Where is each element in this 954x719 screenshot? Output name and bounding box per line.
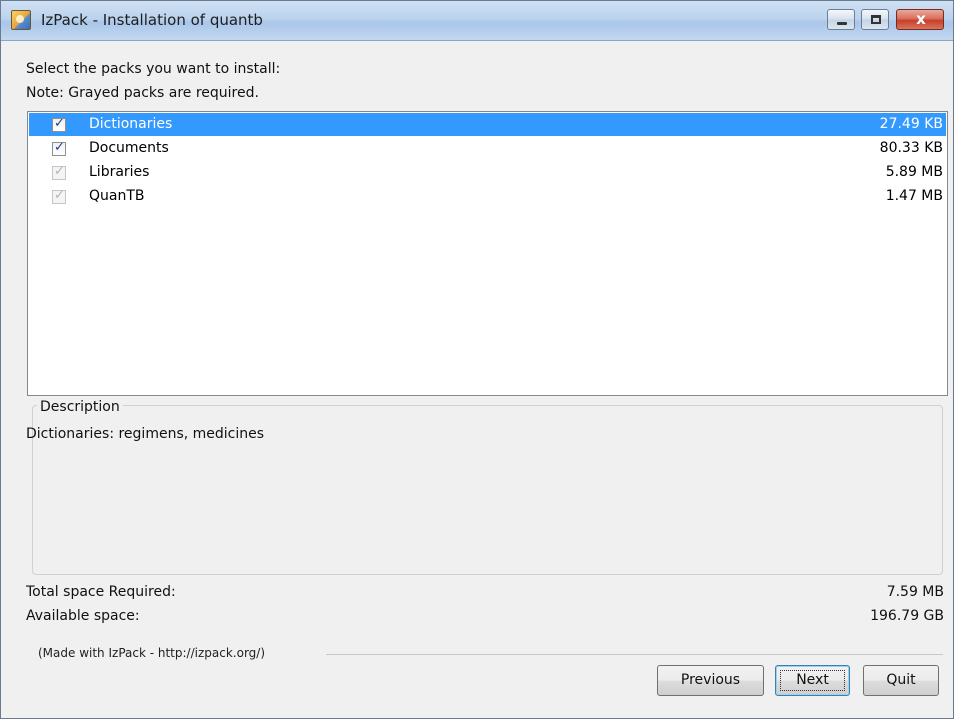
close-icon: x xyxy=(916,10,926,28)
quit-button[interactable]: Quit xyxy=(863,665,939,696)
pack-row-quantb[interactable]: QuanTB 1.47 MB xyxy=(29,185,946,208)
focus-ring xyxy=(780,670,845,691)
select-packs-label: Select the packs you want to install: xyxy=(26,61,281,77)
installer-window: IzPack - Installation of quantb x Select… xyxy=(0,0,954,719)
window-title: IzPack - Installation of quantb xyxy=(41,11,263,29)
total-space-required-label: Total space Required: xyxy=(26,584,176,600)
izpack-credit: (Made with IzPack - http://izpack.org/) xyxy=(38,646,266,660)
available-space-value: 196.79 GB xyxy=(870,608,944,624)
minimize-button[interactable] xyxy=(827,9,855,30)
pack-checkbox-libraries xyxy=(52,164,66,180)
pack-row-dictionaries[interactable]: Dictionaries 27.49 KB xyxy=(29,113,946,136)
pack-name: Documents xyxy=(89,140,169,156)
credit-separator xyxy=(326,654,943,655)
pack-checkbox-quantb xyxy=(52,188,66,204)
close-button[interactable]: x xyxy=(896,9,944,30)
maximize-button[interactable] xyxy=(861,9,889,30)
pack-name: Dictionaries xyxy=(89,116,173,132)
pack-checkbox-dictionaries[interactable] xyxy=(52,116,66,132)
pack-size: 5.89 MB xyxy=(885,164,943,180)
maximize-icon xyxy=(871,15,881,24)
next-button[interactable]: Next xyxy=(775,665,850,696)
required-note-label: Note: Grayed packs are required. xyxy=(26,85,259,101)
available-space-label: Available space: xyxy=(26,608,140,624)
izpack-app-icon xyxy=(11,10,31,30)
pack-checkbox-documents[interactable] xyxy=(52,140,66,156)
pack-name: Libraries xyxy=(89,164,150,180)
pack-size: 80.33 KB xyxy=(879,140,943,156)
minimize-icon xyxy=(837,22,847,25)
previous-button[interactable]: Previous xyxy=(657,665,764,696)
title-bar[interactable]: IzPack - Installation of quantb x xyxy=(1,1,953,41)
pack-row-libraries[interactable]: Libraries 5.89 MB xyxy=(29,161,946,184)
packs-list[interactable]: Dictionaries 27.49 KB Documents 80.33 KB… xyxy=(27,111,948,396)
pack-name: QuanTB xyxy=(89,188,145,204)
pack-size: 1.47 MB xyxy=(885,188,943,204)
description-legend: Description xyxy=(37,399,123,415)
description-text: Dictionaries: regimens, medicines xyxy=(26,426,265,442)
total-space-required-value: 7.59 MB xyxy=(886,584,944,600)
pack-size: 27.49 KB xyxy=(879,116,943,132)
pack-row-documents[interactable]: Documents 80.33 KB xyxy=(29,137,946,160)
